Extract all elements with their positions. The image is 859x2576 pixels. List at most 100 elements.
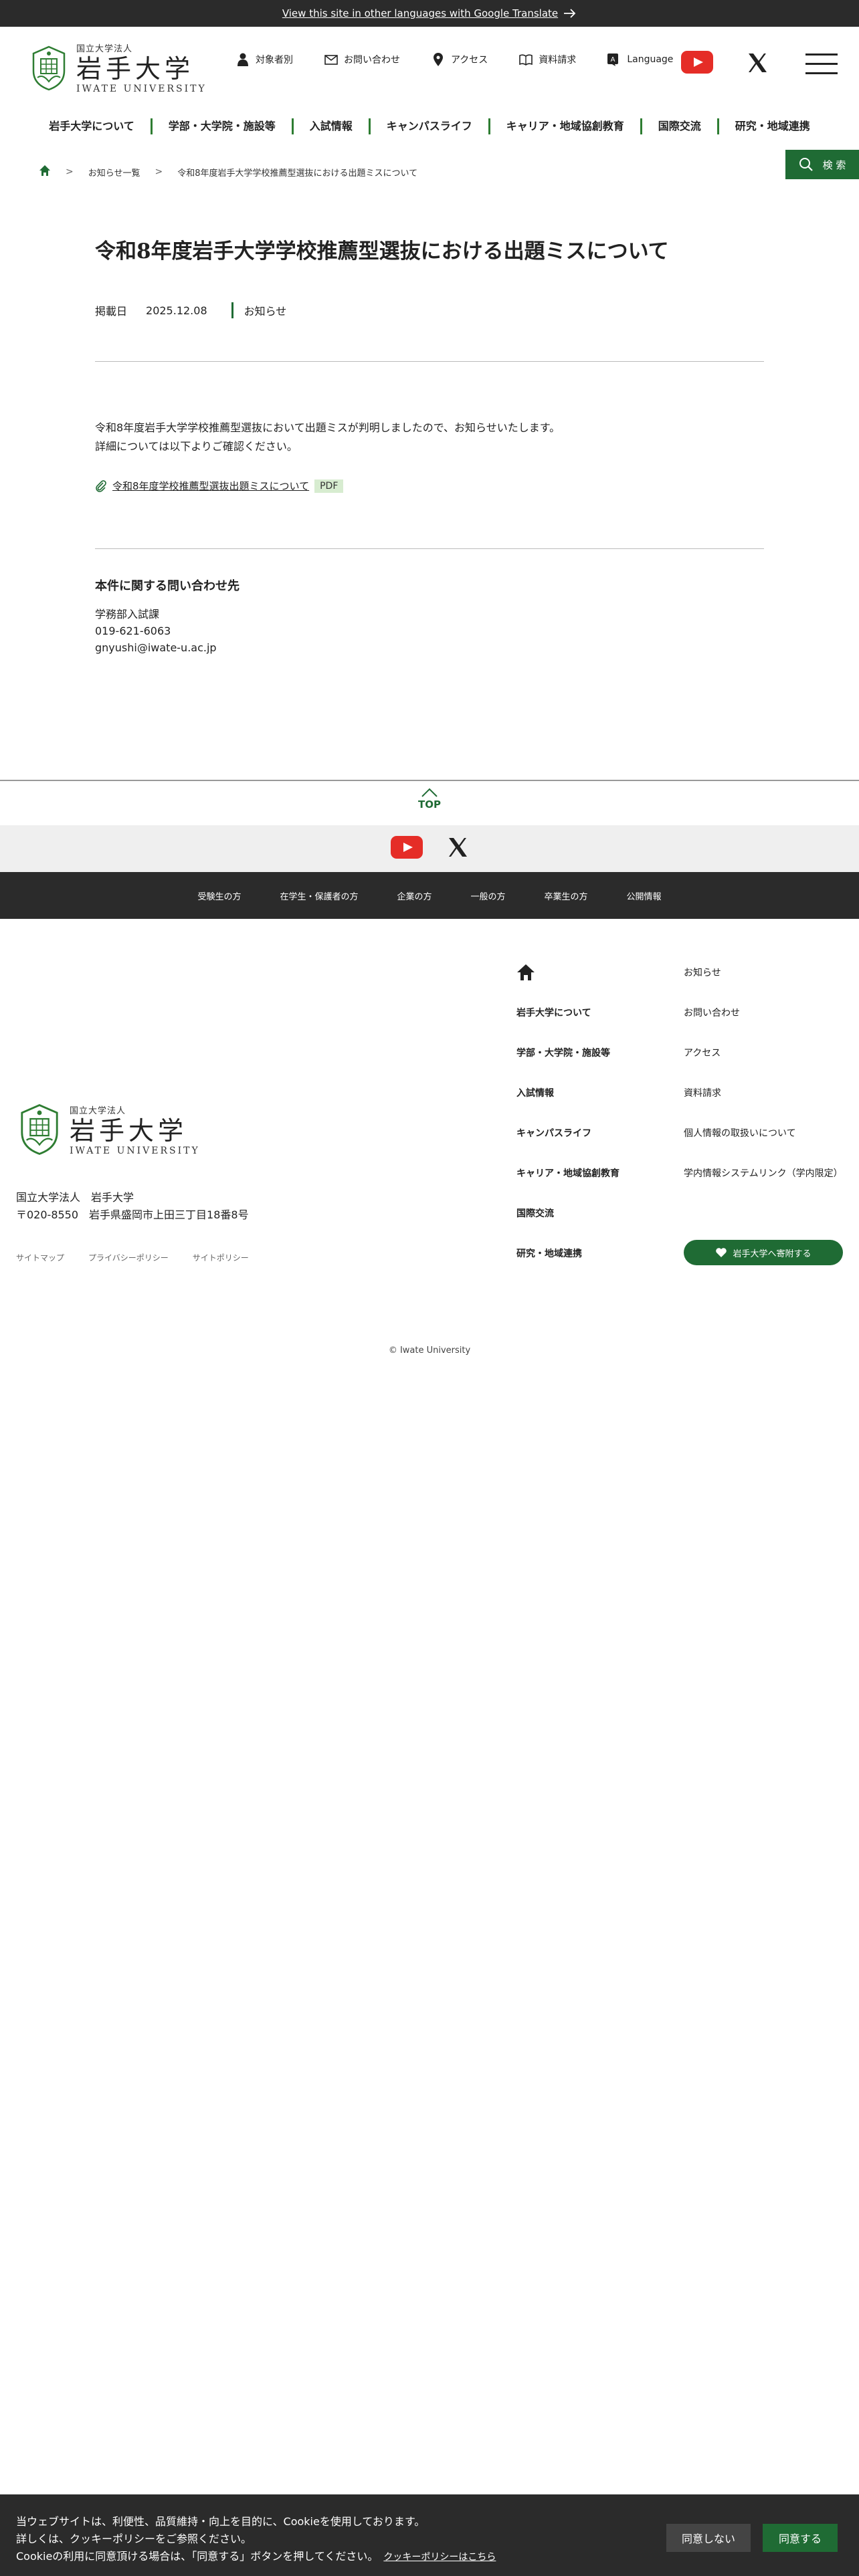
body-paragraph: 詳細については以下よりご確認ください。 xyxy=(95,440,298,453)
cookie-accept-button[interactable]: 同意する xyxy=(763,2524,838,2552)
global-nav-campus-life[interactable]: キャンパスライフ xyxy=(371,118,490,134)
footer-youtube-link[interactable] xyxy=(391,836,423,861)
target-nav-item[interactable]: 一般の方 xyxy=(471,889,506,902)
footer-link[interactable]: 学部・大学院・施設等 xyxy=(516,1048,610,1059)
book-icon xyxy=(519,54,533,66)
university-emblem-icon xyxy=(32,45,66,90)
global-nav-international[interactable]: 国際交流 xyxy=(642,118,719,134)
footer-link[interactable]: 岩手大学について xyxy=(516,1008,591,1018)
address-line: 〒020-8550 岩手県盛岡市上田三丁目18番8号 xyxy=(16,1208,249,1221)
breadcrumb-current: 令和8年度岩手大学学校推薦型選抜における出題ミスについて xyxy=(177,168,418,179)
header-nav-language[interactable]: A Language xyxy=(607,52,673,67)
youtube-icon xyxy=(391,836,423,859)
donate-button[interactable]: 岩手大学へ寄附する xyxy=(684,1240,843,1265)
person-icon xyxy=(237,53,248,66)
mail-icon xyxy=(324,55,338,65)
target-nav-item[interactable]: 卒業生の方 xyxy=(545,889,588,902)
footer-home-link[interactable] xyxy=(516,964,535,1006)
translate-icon: A xyxy=(607,53,619,66)
header-nav-label: アクセス xyxy=(451,55,488,66)
breadcrumb: > お知らせ一覧 > 令和8年度岩手大学学校推薦型選抜における出題ミスについて xyxy=(39,165,417,179)
footer-link[interactable]: キャンパスライフ xyxy=(516,1128,591,1139)
breadcrumb-chevron-icon: > xyxy=(155,167,163,177)
footer-link[interactable]: キャリア・地域協創教育 xyxy=(516,1168,619,1179)
global-nav-about[interactable]: 岩手大学について xyxy=(33,118,153,134)
contact-email: gnyushi@iwate-u.ac.jp xyxy=(95,641,217,654)
cookie-line: 詳しくは、クッキーポリシーをご参照ください。 xyxy=(16,2533,252,2545)
global-nav-career[interactable]: キャリア・地域協創教育 xyxy=(490,118,642,134)
footer-sub-link[interactable]: 学内情報システムリンク（学内限定） xyxy=(684,1168,843,1179)
cookie-policy-link[interactable]: クッキーポリシーはこちら xyxy=(383,2552,496,2563)
date-label: 掲載日 xyxy=(95,305,128,318)
post-date: 2025.12.08 xyxy=(146,304,207,317)
footer-link[interactable]: 国際交流 xyxy=(516,1208,554,1219)
x-logo-icon xyxy=(449,838,467,857)
global-nav-research[interactable]: 研究・地域連携 xyxy=(719,118,826,134)
global-nav-admissions[interactable]: 入試情報 xyxy=(294,118,371,134)
footer-link[interactable]: 入試情報 xyxy=(516,1088,554,1099)
header-nav-label: お問い合わせ xyxy=(344,55,400,66)
footer-sub-link[interactable]: 資料請求 xyxy=(684,1088,721,1099)
footer-main-links: 岩手大学について 学部・大学院・施設等 入試情報 キャンパスライフ キャリア・地… xyxy=(516,963,664,1287)
logo-small-text: 国立大学法人 xyxy=(70,1105,126,1116)
header-nav-audience[interactable]: 対象者別 xyxy=(235,52,293,67)
cookie-text: 当ウェブサイトは、利便性、品質維持・向上を目的に、Cookieを使用しております… xyxy=(16,2513,496,2566)
site-logo[interactable]: 国立大学法人 岩手大学 IWATE UNIVERSITY xyxy=(29,41,207,94)
header-nav-access[interactable]: アクセス xyxy=(431,52,488,67)
global-nav-faculties[interactable]: 学部・大学院・施設等 xyxy=(153,118,294,134)
logo-name: 岩手大学 xyxy=(76,54,195,84)
logo-small-text: 国立大学法人 xyxy=(76,44,133,54)
hamburger-menu-icon[interactable] xyxy=(805,53,838,74)
header-nav-brochure[interactable]: 資料請求 xyxy=(518,52,576,67)
search-button[interactable]: 検 索 xyxy=(785,150,859,179)
x-logo-icon xyxy=(749,53,767,72)
header-nav-label: 対象者別 xyxy=(256,55,293,66)
file-type-badge: PDF xyxy=(314,479,344,493)
footer-sub-link[interactable]: お知らせ xyxy=(684,968,721,978)
google-translate-link[interactable]: View this site in other languages with G… xyxy=(282,7,577,19)
contact-dept: 学務部入試課 xyxy=(95,608,160,621)
sitemap-link[interactable]: サイトマップ xyxy=(16,1252,64,1263)
footer-address: 国立大学法人 岩手大学 〒020-8550 岩手県盛岡市上田三丁目18番8号 xyxy=(16,1189,249,1224)
attachment-filename: 令和8年度学校推薦型選抜出題ミスについて xyxy=(112,480,310,492)
cookie-banner: 当ウェブサイトは、利便性、品質維持・向上を目的に、Cookieを使用しております… xyxy=(0,2494,859,2576)
footer-logo[interactable]: 国立大学法人 岩手大学 IWATE UNIVERSITY xyxy=(16,1102,200,1157)
body-paragraph: 令和8年度岩手大学学校推薦型選抜において出題ミスが判明しましたので、お知らせいた… xyxy=(95,421,561,434)
arrow-right-icon xyxy=(564,9,576,18)
donate-label: 岩手大学へ寄附する xyxy=(733,1249,812,1259)
site-policy-link[interactable]: サイトポリシー xyxy=(193,1252,249,1263)
article-meta: 掲載日 2025.12.08 お知らせ xyxy=(95,302,286,318)
footer-sub-link[interactable]: 個人情報の取扱いについて xyxy=(684,1128,796,1139)
back-to-top-button[interactable]: TOP xyxy=(409,786,450,811)
back-to-top-label: TOP xyxy=(418,798,441,811)
site-header: 国立大学法人 岩手大学 IWATE UNIVERSITY 対象者別 お問い合わせ… xyxy=(0,27,859,107)
footer-top-line xyxy=(0,780,859,781)
privacy-policy-link[interactable]: プライバシーポリシー xyxy=(88,1252,169,1263)
divider xyxy=(95,361,764,362)
contact-info: 学務部入試課 019-621-6063 gnyushi@iwate-u.ac.j… xyxy=(95,606,217,656)
breadcrumb-home[interactable] xyxy=(39,165,51,179)
footer-link[interactable]: 研究・地域連携 xyxy=(516,1249,582,1259)
footer-sub-link[interactable]: お問い合わせ xyxy=(684,1008,740,1018)
target-nav-item[interactable]: 在学生・保護者の方 xyxy=(280,889,358,902)
footer-x-link[interactable] xyxy=(447,837,468,861)
pdf-attachment-link[interactable]: 令和8年度学校推薦型選抜出題ミスについて PDF xyxy=(95,479,344,493)
address-line: 国立大学法人 岩手大学 xyxy=(16,1191,134,1204)
search-icon xyxy=(799,158,813,171)
footer-sub-link[interactable]: アクセス xyxy=(684,1048,721,1059)
logo-name: 岩手大学 xyxy=(70,1115,188,1146)
chevron-up-icon xyxy=(421,788,438,797)
global-nav: 岩手大学について 学部・大学院・施設等 入試情報 キャンパスライフ キャリア・地… xyxy=(0,111,859,142)
header-utility-nav: 対象者別 お問い合わせ アクセス 資料請求 A Language xyxy=(235,52,673,67)
header-nav-label: 資料請求 xyxy=(539,55,577,66)
breadcrumb-news-list[interactable]: お知らせ一覧 xyxy=(88,166,140,179)
cookie-decline-button[interactable]: 同意しない xyxy=(666,2524,751,2552)
home-icon xyxy=(517,964,535,980)
university-emblem-icon xyxy=(21,1104,58,1155)
target-nav-item[interactable]: 受験生の方 xyxy=(197,889,241,902)
header-nav-contact[interactable]: お問い合わせ xyxy=(324,52,400,67)
target-nav-item[interactable]: 公開情報 xyxy=(627,889,662,902)
footer-policy-links: サイトマップ プライバシーポリシー サイトポリシー xyxy=(16,1252,249,1263)
copyright: © Iwate University xyxy=(388,1346,471,1356)
target-nav-item[interactable]: 企業の方 xyxy=(397,889,432,902)
